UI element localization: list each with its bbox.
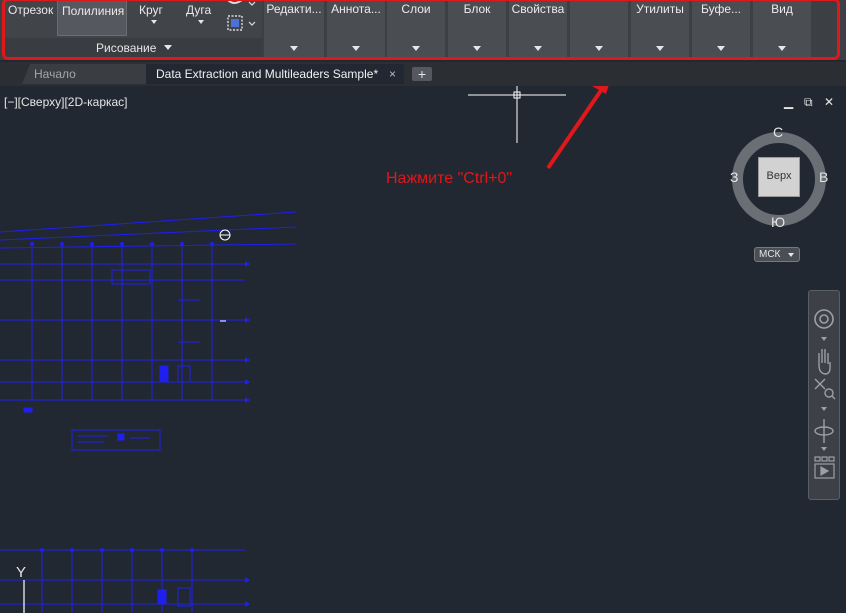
annotation-text: Нажмите "Ctrl+0" [386, 170, 513, 187]
layers-panel-label: Слои [401, 2, 431, 16]
circle-tool-button[interactable]: Круг [135, 0, 175, 36]
showmotion-icon [814, 456, 835, 479]
ucs-y-axis-label: Y [16, 564, 27, 581]
tab-start-label: Начало [34, 67, 76, 81]
clipboard-panel[interactable]: Буфе... [692, 0, 750, 58]
crosshair-cursor [468, 86, 566, 143]
block-panel-label: Блок [463, 2, 491, 16]
draw-panel-label: Рисование [96, 41, 157, 55]
hatch-icon [227, 0, 256, 31]
ribbon: Отрезок Полилиния Круг Дуга Рисование Ре… [0, 0, 846, 60]
chevron-down-icon [656, 46, 664, 51]
modify-panel[interactable]: Редакти... [264, 0, 324, 58]
groups-panel[interactable] [570, 0, 628, 58]
utilities-panel[interactable]: Утилиты [631, 0, 689, 58]
compass-north[interactable]: С [773, 124, 783, 140]
chevron-down-icon [473, 46, 481, 51]
file-tab-bar: Начало Data Extraction and Multileaders … [0, 62, 846, 86]
chevron-down-icon [151, 20, 157, 24]
orbit-icon [814, 419, 834, 443]
view-panel[interactable]: Вид [753, 0, 811, 58]
draw-panel: Отрезок Полилиния Круг Дуга Рисование [2, 0, 262, 58]
compass-west[interactable]: З [730, 169, 738, 185]
new-tab-button[interactable]: + [412, 67, 432, 81]
drawing-canvas [0, 86, 609, 613]
clipboard-panel-label: Буфе... [700, 2, 742, 16]
tab-start[interactable]: Начало [22, 64, 146, 84]
steering-wheel-icon [814, 309, 834, 329]
chevron-down-icon [198, 20, 204, 24]
arc-label: Дуга [186, 3, 212, 17]
plus-icon: + [417, 66, 427, 82]
modify-panel-label: Редакти... [266, 2, 322, 16]
layers-panel[interactable]: Слои [387, 0, 445, 58]
line-tool-button[interactable]: Отрезок [8, 3, 53, 17]
hatch-tool-button[interactable] [224, 0, 260, 36]
annotation-panel[interactable]: Аннота... [327, 0, 385, 58]
chevron-down-icon [788, 253, 794, 257]
annotation-arrow [546, 86, 609, 170]
navigation-bar [808, 290, 840, 500]
properties-panel[interactable]: Свойства [509, 0, 567, 58]
cad-drawing [0, 211, 297, 613]
wcs-label: МСК [759, 249, 781, 260]
properties-panel-label: Свойства [511, 2, 565, 16]
block-panel[interactable]: Блок [448, 0, 506, 58]
polyline-tool-button[interactable]: Полилиния [57, 0, 127, 36]
drawing-viewport[interactable]: [−][Сверху][2D-каркас] ▁ ⧉ ✕ Y Нажмите "… [0, 86, 846, 613]
tab-document[interactable]: Data Extraction and Multileaders Sample*… [146, 64, 404, 84]
view-panel-label: Вид [771, 2, 793, 16]
arc-tool-button[interactable]: Дуга [182, 0, 222, 36]
chevron-down-icon [717, 46, 725, 51]
close-icon[interactable]: × [389, 64, 396, 84]
compass-south[interactable]: Ю [771, 214, 785, 230]
chevron-down-icon [352, 46, 360, 51]
circle-label: Круг [139, 3, 163, 17]
chevron-down-icon [412, 46, 420, 51]
tab-document-label: Data Extraction and Multileaders Sample* [156, 67, 379, 81]
utilities-panel-label: Утилиты [636, 2, 684, 16]
navigation-bar-icons [814, 309, 836, 479]
compass-east[interactable]: В [819, 169, 828, 185]
chevron-down-icon [164, 45, 172, 50]
polyline-label: Полилиния [62, 4, 125, 18]
viewcube-top-face[interactable]: Верх [758, 157, 800, 197]
draw-panel-title[interactable]: Рисование [2, 38, 262, 58]
chevron-down-icon [778, 46, 786, 51]
viewcube-face-label: Верх [766, 170, 792, 182]
wcs-menu[interactable]: МСК [754, 247, 800, 262]
viewcube[interactable]: Верх С Ю З В [730, 120, 828, 232]
annotation-panel-label: Аннота... [331, 2, 381, 16]
zoom-icon [814, 378, 836, 400]
chevron-down-icon [290, 46, 298, 51]
chevron-down-icon [595, 46, 603, 51]
chevron-down-icon [534, 46, 542, 51]
pan-icon [818, 349, 831, 375]
